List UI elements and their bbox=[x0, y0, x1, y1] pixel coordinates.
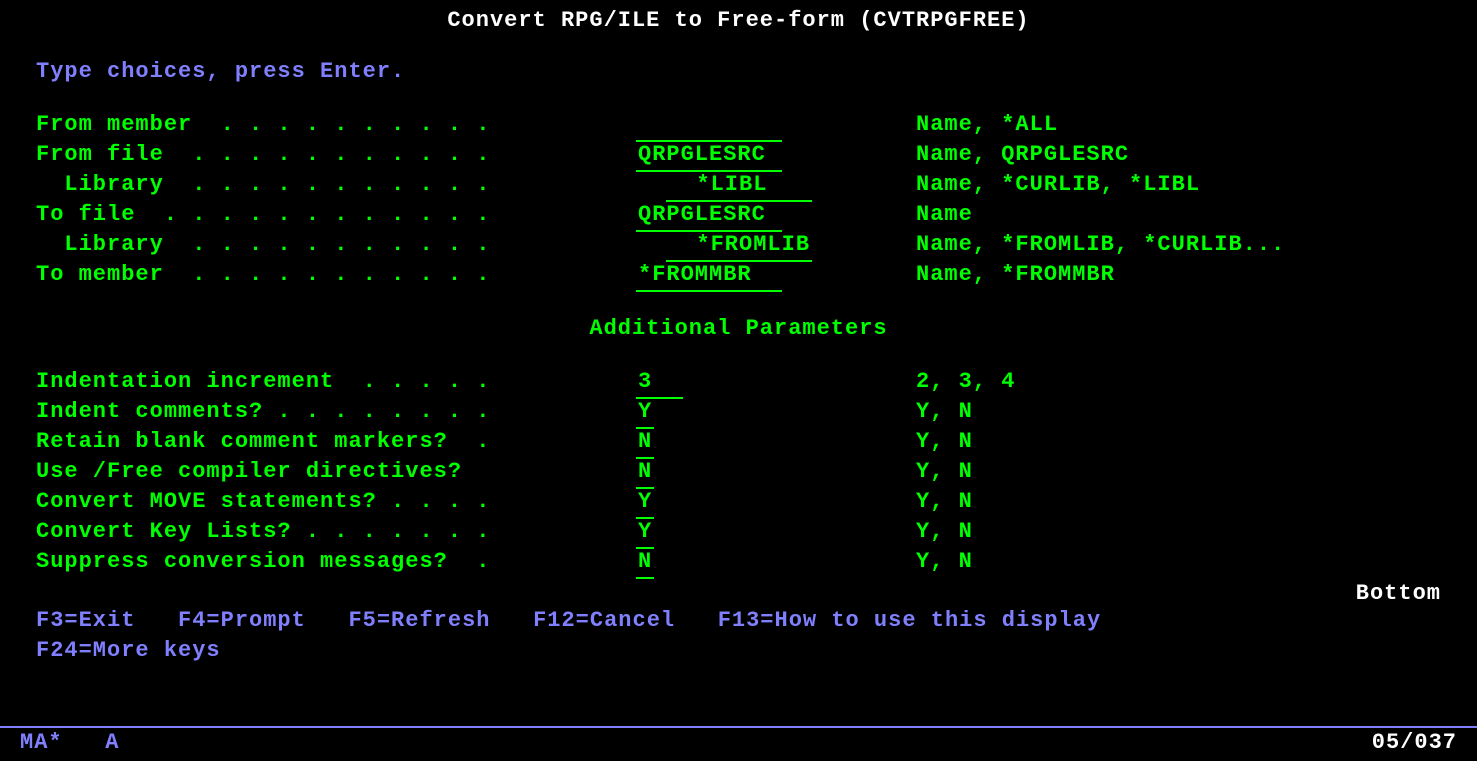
label-to-member: To member . . . . . . . . . . . bbox=[36, 260, 636, 290]
input-to-file[interactable]: QRPGLESRC bbox=[636, 200, 782, 232]
label-suppress: Suppress conversion messages? . bbox=[36, 547, 636, 577]
input-from-file[interactable]: QRPGLESRC bbox=[636, 140, 782, 172]
row-indent-inc: Indentation increment . . . . . 3 2, 3, … bbox=[0, 367, 1477, 397]
label-conv-klist: Convert Key Lists? . . . . . . . bbox=[36, 517, 636, 547]
label-use-free: Use /Free compiler directives? bbox=[36, 457, 636, 487]
hint-suppress: Y, N bbox=[916, 547, 973, 577]
label-retain-blank: Retain blank comment markers? . bbox=[36, 427, 636, 457]
row-to-lib: Library . . . . . . . . . . . *FROMLIB N… bbox=[0, 230, 1477, 260]
hint-to-member: Name, *FROMMBR bbox=[916, 260, 1115, 290]
label-to-lib: Library . . . . . . . . . . . bbox=[36, 230, 636, 260]
hint-to-lib: Name, *FROMLIB, *CURLIB... bbox=[916, 230, 1285, 260]
input-from-member[interactable] bbox=[636, 110, 782, 142]
input-indent-inc[interactable]: 3 bbox=[636, 367, 683, 399]
input-conv-klist[interactable]: Y bbox=[636, 517, 654, 549]
row-use-free: Use /Free compiler directives? N Y, N bbox=[0, 457, 1477, 487]
input-to-lib[interactable]: *FROMLIB bbox=[666, 230, 812, 262]
label-from-member: From member . . . . . . . . . . bbox=[36, 110, 636, 140]
terminal-screen: Convert RPG/ILE to Free-form (CVTRPGFREE… bbox=[0, 0, 1477, 761]
input-to-member[interactable]: *FROMMBR bbox=[636, 260, 782, 292]
row-from-member: From member . . . . . . . . . . Name, *A… bbox=[0, 110, 1477, 140]
row-from-file: From file . . . . . . . . . . . QRPGLESR… bbox=[0, 140, 1477, 170]
row-indent-cmt: Indent comments? . . . . . . . . Y Y, N bbox=[0, 397, 1477, 427]
hint-use-free: Y, N bbox=[916, 457, 973, 487]
hint-indent-inc: 2, 3, 4 bbox=[916, 367, 1015, 397]
label-from-file: From file . . . . . . . . . . . bbox=[36, 140, 636, 170]
hint-conv-move: Y, N bbox=[916, 487, 973, 517]
input-retain-blank[interactable]: N bbox=[636, 427, 654, 459]
fkeys-line1: F3=Exit F4=Prompt F5=Refresh F12=Cancel … bbox=[0, 606, 1477, 636]
row-conv-klist: Convert Key Lists? . . . . . . . Y Y, N bbox=[0, 517, 1477, 547]
row-to-file: To file . . . . . . . . . . . . QRPGLESR… bbox=[0, 200, 1477, 230]
hint-from-file: Name, QRPGLESRC bbox=[916, 140, 1129, 170]
fkeys-line2: F24=More keys bbox=[0, 636, 1477, 666]
cursor-position: 05/037 bbox=[1372, 730, 1457, 755]
hint-indent-cmt: Y, N bbox=[916, 397, 973, 427]
section-header: Additional Parameters bbox=[0, 316, 1477, 341]
row-retain-blank: Retain blank comment markers? . N Y, N bbox=[0, 427, 1477, 457]
row-suppress: Suppress conversion messages? . N Y, N bbox=[0, 547, 1477, 577]
hint-retain-blank: Y, N bbox=[916, 427, 973, 457]
label-indent-inc: Indentation increment . . . . . bbox=[36, 367, 636, 397]
hint-conv-klist: Y, N bbox=[916, 517, 973, 547]
input-indent-cmt[interactable]: Y bbox=[636, 397, 654, 429]
status-bar: MA* A 05/037 bbox=[0, 726, 1477, 755]
row-from-lib: Library . . . . . . . . . . . *LIBL Name… bbox=[0, 170, 1477, 200]
label-from-lib: Library . . . . . . . . . . . bbox=[36, 170, 636, 200]
instruction-text: Type choices, press Enter. bbox=[0, 59, 1477, 84]
label-to-file: To file . . . . . . . . . . . . bbox=[36, 200, 636, 230]
input-suppress[interactable]: N bbox=[636, 547, 654, 579]
input-conv-move[interactable]: Y bbox=[636, 487, 654, 519]
hint-to-file: Name bbox=[916, 200, 973, 230]
scroll-indicator: Bottom bbox=[0, 581, 1477, 606]
input-from-lib[interactable]: *LIBL bbox=[666, 170, 812, 202]
hint-from-lib: Name, *CURLIB, *LIBL bbox=[916, 170, 1200, 200]
input-use-free[interactable]: N bbox=[636, 457, 654, 489]
status-left: MA* A bbox=[20, 730, 119, 755]
page-title: Convert RPG/ILE to Free-form (CVTRPGFREE… bbox=[0, 8, 1477, 33]
hint-from-member: Name, *ALL bbox=[916, 110, 1058, 140]
label-conv-move: Convert MOVE statements? . . . . bbox=[36, 487, 636, 517]
row-conv-move: Convert MOVE statements? . . . . Y Y, N bbox=[0, 487, 1477, 517]
label-indent-cmt: Indent comments? . . . . . . . . bbox=[36, 397, 636, 427]
row-to-member: To member . . . . . . . . . . . *FROMMBR… bbox=[0, 260, 1477, 290]
